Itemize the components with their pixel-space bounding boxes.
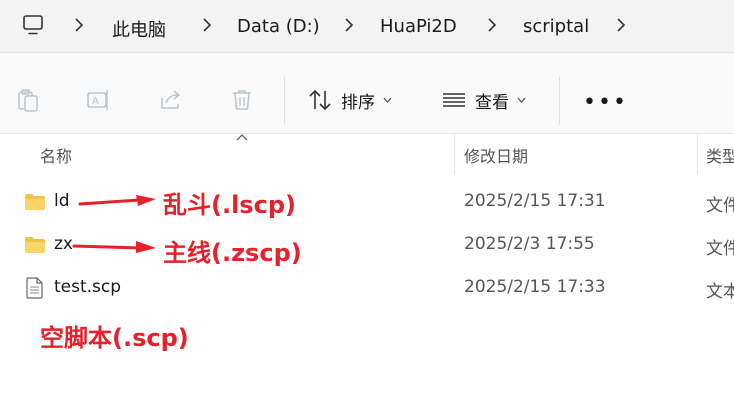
document-icon	[26, 277, 43, 299]
sort-ascending-icon	[236, 134, 248, 141]
breadcrumb-item-data-drive[interactable]: Data (D:)	[237, 16, 320, 37]
folder-icon	[25, 237, 45, 253]
svg-text:A: A	[92, 96, 99, 107]
annotation-ld: 乱斗(.lscp)	[163, 191, 296, 219]
column-header-name[interactable]: 名称	[40, 143, 72, 167]
column-header-type[interactable]: 类型	[706, 143, 734, 167]
chevron-down-icon	[517, 97, 526, 103]
file-modified-date: 2025/2/15 17:31	[464, 191, 606, 211]
folder-icon	[25, 194, 45, 210]
annotation-zx: 主线(.zscp)	[163, 239, 302, 267]
file-name: zx	[54, 234, 73, 254]
more-options-button[interactable]: •••	[583, 92, 628, 114]
file-type: 文本	[706, 282, 734, 302]
annotation-empty-script: 空脚本(.scp)	[40, 324, 189, 352]
share-icon[interactable]	[158, 87, 184, 113]
column-divider[interactable]	[454, 134, 455, 174]
chevron-right-icon[interactable]	[487, 18, 497, 32]
toolbar-separator	[559, 77, 560, 125]
file-name: test.scp	[54, 277, 122, 297]
toolbar-separator	[284, 77, 285, 125]
sort-button[interactable]: 排序	[307, 87, 392, 113]
file-type: 文件	[706, 196, 734, 216]
view-button[interactable]: 查看	[441, 87, 526, 113]
address-bar[interactable]: 此电脑 Data (D:) HuaPi2D scriptal	[0, 0, 734, 53]
command-bar: A 排序 查看 •••	[0, 53, 734, 134]
delete-icon[interactable]	[229, 87, 255, 113]
breadcrumb-item-this-pc[interactable]: 此电脑	[112, 16, 166, 42]
file-name: ld	[54, 191, 70, 211]
chevron-right-icon[interactable]	[616, 18, 626, 32]
file-modified-date: 2025/2/3 17:55	[464, 234, 595, 254]
column-header-modified[interactable]: 修改日期	[464, 143, 528, 167]
breadcrumb-item-huapi2d[interactable]: HuaPi2D	[380, 16, 457, 37]
computer-icon[interactable]	[22, 14, 44, 36]
view-icon	[443, 93, 465, 107]
rename-icon[interactable]: A	[86, 87, 112, 113]
column-divider[interactable]	[697, 134, 698, 174]
chevron-right-icon[interactable]	[344, 18, 354, 32]
annotation-arrow	[72, 241, 156, 253]
file-type: 文件	[706, 239, 734, 259]
chevron-right-icon[interactable]	[74, 18, 84, 32]
chevron-right-icon[interactable]	[202, 18, 212, 32]
view-label: 查看	[475, 92, 509, 113]
sort-icon	[309, 89, 331, 111]
paste-icon[interactable]	[15, 87, 41, 113]
sort-label: 排序	[341, 92, 375, 113]
file-modified-date: 2025/2/15 17:33	[464, 277, 606, 297]
annotation-arrow	[78, 195, 156, 206]
breadcrumb-item-scriptal[interactable]: scriptal	[523, 16, 589, 37]
file-row[interactable]: test.scp 2025/2/15 17:33 文本	[0, 268, 734, 308]
chevron-down-icon	[383, 97, 392, 103]
